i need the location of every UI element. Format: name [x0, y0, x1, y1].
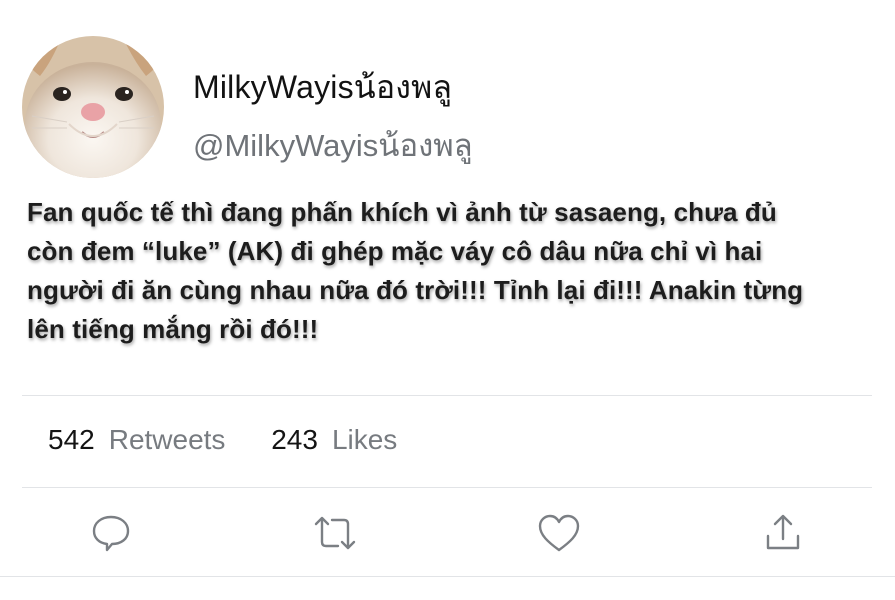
user-handle[interactable]: @MilkyWayisน้องพลู — [193, 120, 473, 170]
share-icon — [766, 514, 800, 550]
display-name[interactable]: MilkyWayisน้องพลู — [193, 62, 452, 113]
likes-label: Likes — [331, 424, 398, 455]
like-button[interactable] — [536, 510, 582, 556]
divider — [22, 395, 872, 396]
retweet-button[interactable] — [312, 510, 358, 556]
retweets-stat[interactable]: 542 Retweets — [48, 424, 233, 455]
likes-count: 243 — [271, 424, 318, 455]
divider — [22, 487, 872, 488]
retweets-count: 542 — [48, 424, 95, 455]
divider — [0, 576, 895, 577]
retweet-icon — [314, 516, 356, 550]
likes-stat[interactable]: 243 Likes — [271, 424, 397, 455]
tweet-card: MilkyWayisน้องพลู @MilkyWayisน้องพลู Fan… — [0, 0, 895, 600]
share-button[interactable] — [760, 510, 806, 556]
tweet-text: Fan quốc tế thì đang phấn khích vì ảnh t… — [27, 197, 804, 344]
heart-icon — [538, 514, 580, 552]
speech-bubble-icon — [92, 515, 130, 552]
cat-face-avatar-icon — [22, 36, 164, 178]
retweets-label: Retweets — [108, 424, 226, 455]
reply-button[interactable] — [88, 510, 134, 556]
avatar[interactable] — [22, 36, 164, 178]
tweet-stats: 542 Retweets 243 Likes — [48, 424, 397, 456]
